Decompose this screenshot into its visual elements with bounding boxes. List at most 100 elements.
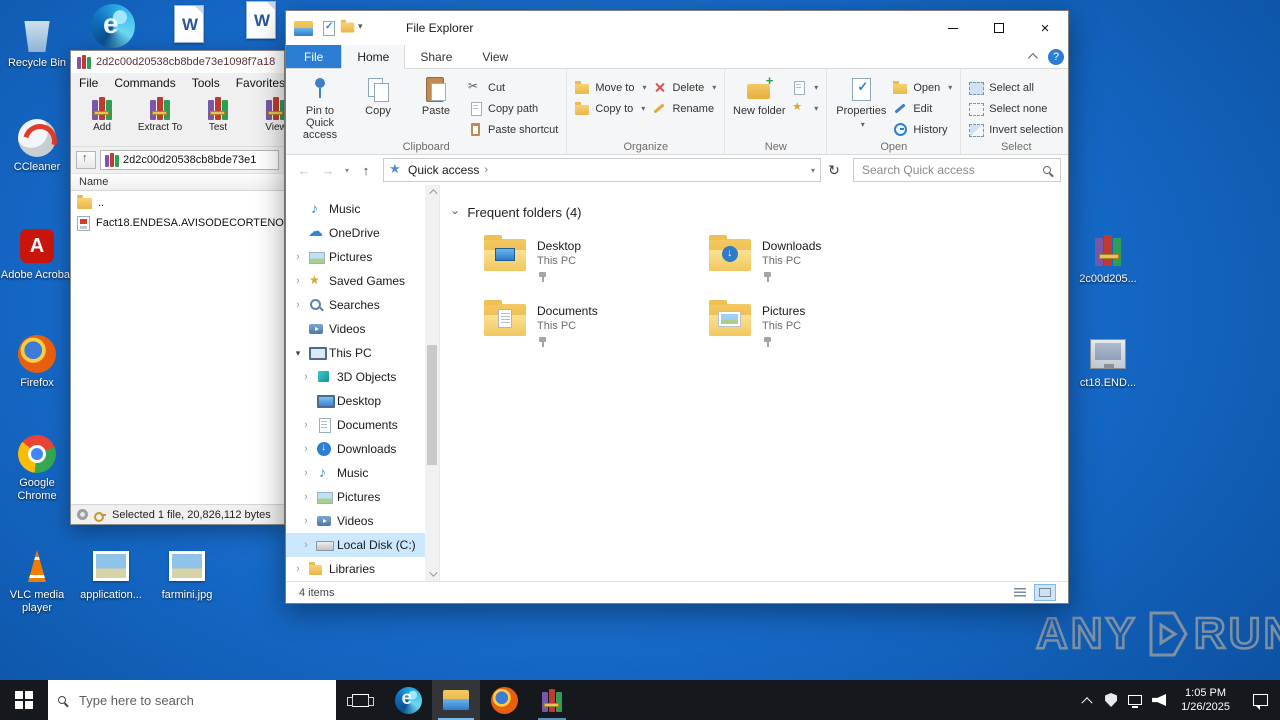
taskbar-search-input[interactable] bbox=[77, 691, 326, 709]
folder-tile-documents[interactable]: Documents This PC bbox=[484, 300, 709, 347]
refresh-button[interactable]: ↻ bbox=[823, 159, 845, 181]
chevron-right-icon[interactable] bbox=[300, 419, 312, 431]
nav-item-pictures[interactable]: Pictures bbox=[286, 245, 439, 269]
winrar-extract-button[interactable]: Extract To bbox=[133, 95, 187, 144]
nav-item-music[interactable]: Music bbox=[286, 197, 439, 221]
chevron-right-icon[interactable] bbox=[300, 539, 312, 551]
tab-home[interactable]: Home bbox=[341, 45, 406, 69]
address-bar[interactable]: Quick access › ▾ bbox=[383, 158, 821, 182]
desktop-icon-archive[interactable]: 2c00d205... bbox=[1071, 230, 1145, 286]
rename-button[interactable]: Rename bbox=[649, 100, 719, 117]
thumbnails-view-button[interactable] bbox=[1034, 584, 1056, 601]
chevron-right-icon[interactable] bbox=[300, 467, 312, 479]
taskbar-edge[interactable] bbox=[384, 680, 432, 720]
desktop-icon-application-image[interactable]: application... bbox=[74, 546, 148, 602]
nav-item-videos[interactable]: Videos bbox=[286, 317, 439, 341]
history-button[interactable]: History bbox=[890, 121, 955, 138]
nav-item-pictures-pc[interactable]: Pictures bbox=[286, 485, 439, 509]
forward-button[interactable]: → bbox=[317, 159, 339, 181]
nav-scrollbar[interactable] bbox=[425, 185, 439, 581]
chevron-right-icon[interactable] bbox=[292, 299, 304, 311]
move-to-button[interactable]: Move to bbox=[572, 79, 649, 96]
explorer-title-bar[interactable]: File Explorer × bbox=[286, 11, 1068, 45]
winrar-column-header[interactable]: Name bbox=[71, 173, 284, 191]
cut-button[interactable]: Cut bbox=[465, 79, 561, 96]
select-all-button[interactable]: Select all bbox=[966, 79, 1066, 96]
maximize-button[interactable] bbox=[976, 11, 1022, 45]
details-view-button[interactable] bbox=[1009, 584, 1031, 601]
select-none-button[interactable]: Select none bbox=[966, 100, 1066, 117]
chevron-right-icon[interactable] bbox=[300, 515, 312, 527]
chevron-right-icon[interactable] bbox=[292, 251, 304, 263]
search-box[interactable] bbox=[853, 158, 1061, 182]
nav-item-local-disk-c[interactable]: Local Disk (C:) bbox=[286, 533, 439, 557]
nav-item-downloads[interactable]: Downloads bbox=[286, 437, 439, 461]
taskbar-winrar[interactable] bbox=[528, 680, 576, 720]
qat-properties-button[interactable] bbox=[320, 20, 336, 36]
invert-selection-button[interactable]: Invert selection bbox=[966, 121, 1066, 138]
copy-path-button[interactable]: Copy path bbox=[465, 100, 561, 117]
tab-view[interactable]: View bbox=[467, 45, 523, 68]
properties-button[interactable]: Properties bbox=[832, 72, 890, 131]
scroll-up-arrow[interactable] bbox=[425, 185, 439, 199]
collapse-ribbon-button[interactable] bbox=[1018, 45, 1044, 68]
menu-commands[interactable]: Commands bbox=[114, 76, 175, 90]
taskbar-search[interactable] bbox=[48, 680, 336, 720]
nav-item-onedrive[interactable]: OneDrive bbox=[286, 221, 439, 245]
desktop-icon-farmini[interactable]: farmini.jpg bbox=[150, 546, 224, 602]
pin-to-quick-access-button[interactable]: Pin to Quick access bbox=[291, 72, 349, 141]
nav-item-libraries[interactable]: Libraries bbox=[286, 557, 439, 581]
close-button[interactable]: × bbox=[1022, 11, 1068, 45]
nav-item-music-pc[interactable]: Music bbox=[286, 461, 439, 485]
up-button[interactable]: ↑ bbox=[355, 159, 377, 181]
desktop-icon-adobe-acrobat[interactable]: Adobe Acrobat bbox=[0, 226, 74, 282]
scroll-down-arrow[interactable] bbox=[425, 567, 439, 581]
scrollbar-thumb[interactable] bbox=[427, 345, 437, 465]
folder-tile-pictures[interactable]: Pictures This PC bbox=[709, 300, 934, 347]
desktop-icon-ccleaner[interactable]: CCleaner bbox=[0, 118, 74, 174]
paste-shortcut-button[interactable]: Paste shortcut bbox=[465, 121, 561, 138]
show-hidden-icons-button[interactable] bbox=[1075, 680, 1099, 720]
desktop-icon-edge[interactable] bbox=[76, 4, 150, 48]
desktop-icon-google-chrome[interactable]: Google Chrome bbox=[0, 434, 74, 503]
desktop-icon-fact18[interactable]: ct18.END... bbox=[1071, 334, 1145, 390]
menu-tools[interactable]: Tools bbox=[192, 76, 220, 90]
minimize-button[interactable] bbox=[930, 11, 976, 45]
edit-button[interactable]: Edit bbox=[890, 100, 955, 117]
nav-item-3d-objects[interactable]: 3D Objects bbox=[286, 365, 439, 389]
back-button[interactable]: ← bbox=[293, 159, 315, 181]
tray-volume[interactable] bbox=[1147, 680, 1171, 720]
breadcrumb-chevron-icon[interactable]: › bbox=[484, 164, 488, 176]
frequent-folders-header[interactable]: Frequent folders (4) bbox=[454, 205, 1068, 220]
copy-to-button[interactable]: Copy to bbox=[572, 100, 649, 117]
taskbar-firefox[interactable] bbox=[480, 680, 528, 720]
task-view-button[interactable] bbox=[336, 680, 384, 720]
nav-item-saved-games[interactable]: Saved Games bbox=[286, 269, 439, 293]
chevron-right-icon[interactable] bbox=[300, 371, 312, 383]
winrar-test-button[interactable]: Test bbox=[191, 95, 245, 144]
tab-file[interactable]: File bbox=[286, 45, 342, 68]
chevron-right-icon[interactable] bbox=[292, 563, 304, 575]
delete-button[interactable]: Delete bbox=[649, 79, 719, 96]
chevron-right-icon[interactable] bbox=[300, 443, 312, 455]
chevron-right-icon[interactable] bbox=[292, 275, 304, 287]
copy-button[interactable]: Copy bbox=[349, 72, 407, 117]
nav-item-searches[interactable]: Searches bbox=[286, 293, 439, 317]
nav-item-this-pc[interactable]: This PC bbox=[286, 341, 439, 365]
recent-locations-chevron-icon[interactable]: ▾ bbox=[341, 166, 353, 175]
taskbar-file-explorer[interactable] bbox=[432, 680, 480, 720]
action-center-button[interactable] bbox=[1240, 694, 1280, 710]
paste-button[interactable]: Paste bbox=[407, 72, 465, 117]
nav-item-desktop[interactable]: Desktop bbox=[286, 389, 439, 413]
desktop-icon-vlc[interactable]: VLC media player bbox=[0, 546, 74, 615]
start-button[interactable] bbox=[0, 680, 48, 720]
tray-network[interactable] bbox=[1123, 680, 1147, 720]
chevron-down-icon[interactable] bbox=[449, 210, 464, 214]
nav-item-videos-pc[interactable]: Videos bbox=[286, 509, 439, 533]
new-folder-button[interactable]: New folder bbox=[730, 72, 788, 117]
nav-item-documents[interactable]: Documents bbox=[286, 413, 439, 437]
up-directory-button[interactable] bbox=[76, 151, 96, 169]
winrar-view-button[interactable]: View bbox=[249, 95, 284, 144]
help-button[interactable] bbox=[1044, 45, 1068, 68]
desktop-icon-recycle-bin[interactable]: Recycle Bin bbox=[0, 14, 74, 70]
